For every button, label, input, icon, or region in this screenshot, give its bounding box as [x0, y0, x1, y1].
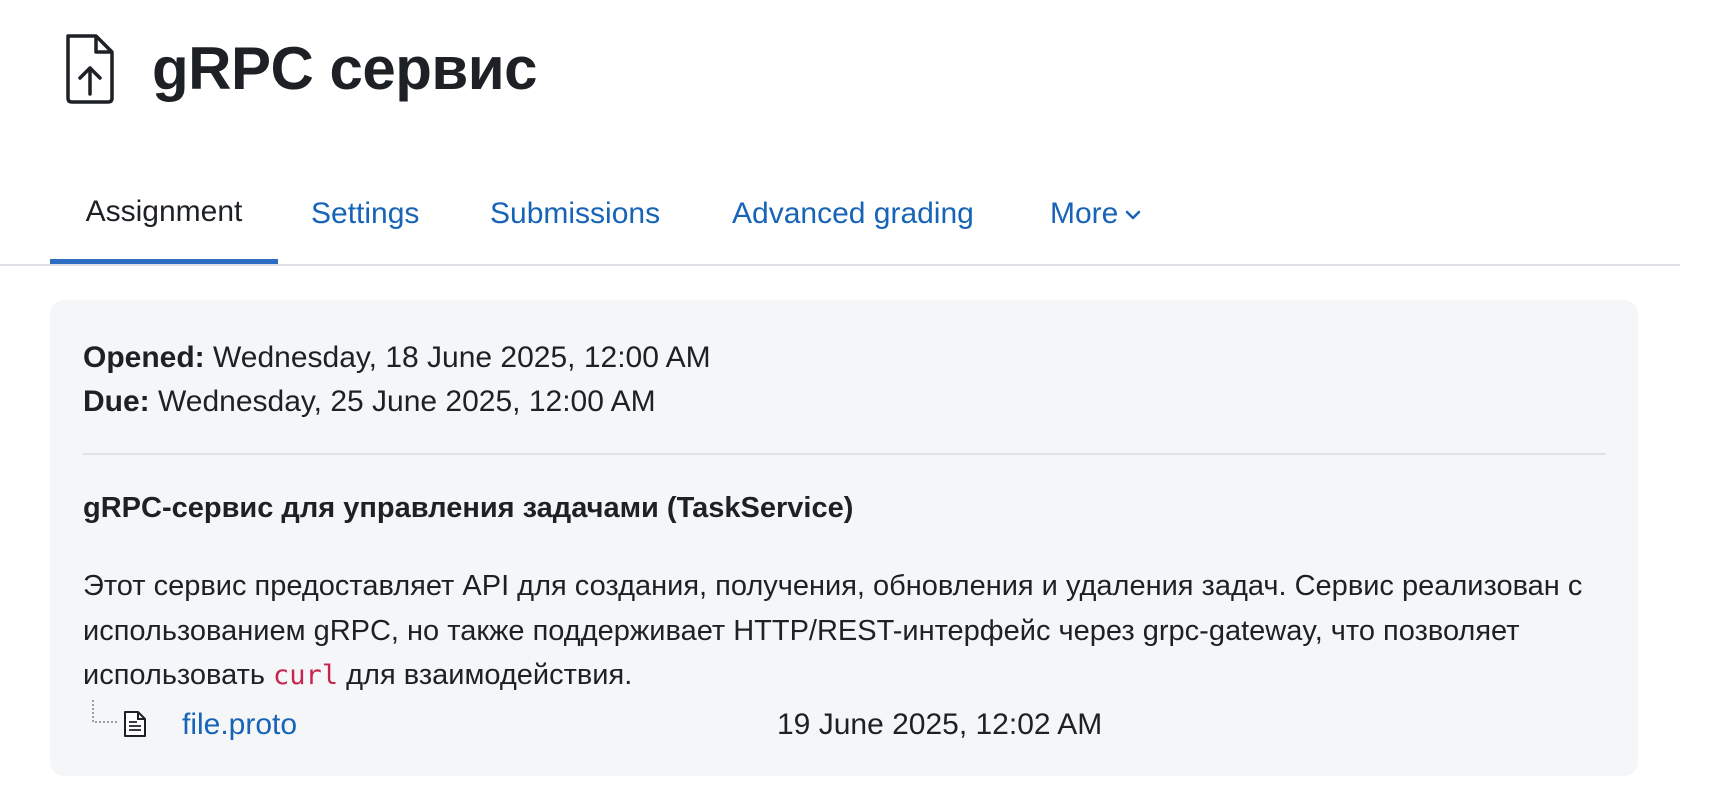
attachment-link[interactable]: file.proto — [182, 708, 297, 742]
tab-submissions[interactable]: Submissions — [490, 164, 660, 264]
page-title: gRPC сервис — [152, 35, 538, 102]
chevron-down-icon — [1126, 210, 1141, 220]
due-row: Due: Wednesday, 25 June 2025, 12:00 AM — [83, 380, 711, 424]
tab-settings[interactable]: Settings — [311, 164, 419, 264]
divider — [83, 453, 1606, 455]
file-upload-icon — [66, 34, 114, 104]
tab-advanced-grading[interactable]: Advanced grading — [732, 164, 974, 264]
opened-row: Opened: Wednesday, 18 June 2025, 12:00 A… — [83, 336, 711, 380]
tab-settings-label: Settings — [311, 197, 420, 230]
tree-connector-icon — [92, 700, 118, 723]
tab-more-label: More — [1050, 197, 1119, 230]
opened-label: Opened: — [83, 341, 205, 374]
page-header: gRPC сервис — [60, 32, 538, 106]
opened-value: Wednesday, 18 June 2025, 12:00 AM — [213, 341, 711, 374]
description-text: Этот сервис предоставляет API для создан… — [83, 564, 1583, 699]
tab-advanced-grading-label: Advanced grading — [732, 197, 974, 230]
assignment-card: Opened: Wednesday, 18 June 2025, 12:00 A… — [50, 300, 1638, 776]
text-file-icon — [124, 711, 146, 737]
attachment-row: file.proto 19 June 2025, 12:02 AM — [92, 698, 1102, 748]
due-label: Due: — [83, 385, 150, 418]
tab-bar: Assignment Settings Submissions Advanced… — [0, 164, 1680, 266]
due-value: Wednesday, 25 June 2025, 12:00 AM — [158, 385, 656, 418]
description-text-after: для взаимодействия. — [338, 659, 633, 691]
assignment-page: gRPC сервис Assignment Settings Submissi… — [0, 0, 1710, 798]
code-snippet: curl — [273, 660, 339, 691]
dates-block: Opened: Wednesday, 18 June 2025, 12:00 A… — [83, 336, 711, 424]
tab-assignment-label: Assignment — [85, 194, 243, 228]
tab-submissions-label: Submissions — [490, 197, 661, 230]
tab-more[interactable]: More — [1050, 164, 1142, 264]
description-title: gRPC-сервис для управления задачами (Tas… — [83, 492, 854, 524]
tab-assignment[interactable]: Assignment — [50, 164, 278, 264]
attachment-date: 19 June 2025, 12:02 AM — [777, 708, 1103, 741]
